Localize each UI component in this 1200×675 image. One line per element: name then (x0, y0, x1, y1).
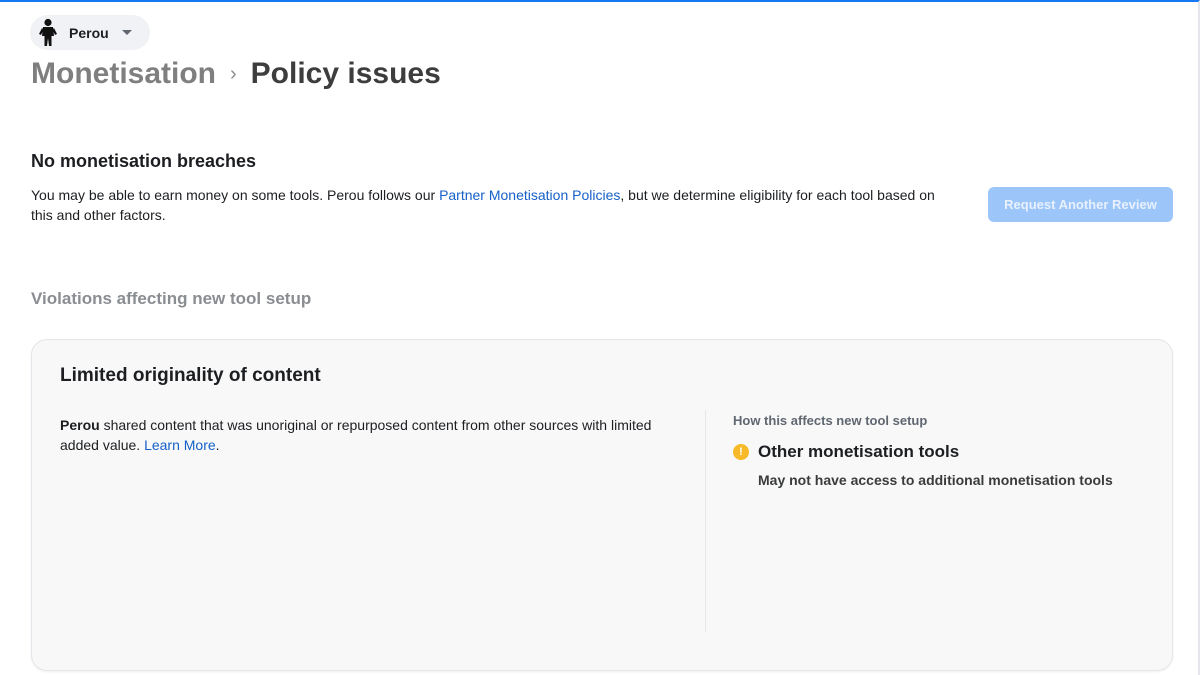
effect-description: May not have access to additional moneti… (758, 472, 1113, 488)
status-desc-prefix: You may be able to earn money on some to… (31, 187, 440, 203)
violation-description: Perou shared content that was unoriginal… (60, 415, 670, 455)
profile-name: Perou (69, 24, 109, 41)
violation-subject: Perou (60, 417, 100, 433)
effect-title: Other monetisation tools (758, 442, 960, 461)
warning-icon: ! (733, 444, 749, 460)
breadcrumb: Monetisation › Policy issues (31, 57, 441, 91)
violation-card: Limited originality of content Perou sha… (31, 339, 1173, 671)
learn-more-link[interactable]: Learn More (144, 437, 216, 453)
status-title: No monetisation breaches (31, 151, 257, 171)
policy-issues-page: Perou Monetisation › Policy issues No mo… (0, 0, 1200, 675)
profile-switcher[interactable]: Perou (30, 15, 150, 50)
page-title: Policy issues (250, 57, 441, 90)
person-silhouette-icon (36, 18, 60, 48)
effect-item: ! Other monetisation tools (733, 442, 959, 462)
breadcrumb-monetisation-link[interactable]: Monetisation (31, 57, 216, 91)
violation-title: Limited originality of content (60, 365, 321, 386)
card-divider (705, 410, 706, 632)
violations-heading: Violations affecting new tool setup (31, 289, 312, 308)
partner-policies-link[interactable]: Partner Monetisation Policies (439, 187, 620, 203)
caret-down-icon (121, 30, 132, 35)
status-description: You may be able to earn money on some to… (31, 185, 941, 225)
violation-desc-end: . (215, 437, 220, 453)
affects-heading: How this affects new tool setup (733, 413, 928, 428)
request-review-button[interactable]: Request Another Review (988, 187, 1173, 222)
chevron-right-icon: › (230, 62, 237, 85)
